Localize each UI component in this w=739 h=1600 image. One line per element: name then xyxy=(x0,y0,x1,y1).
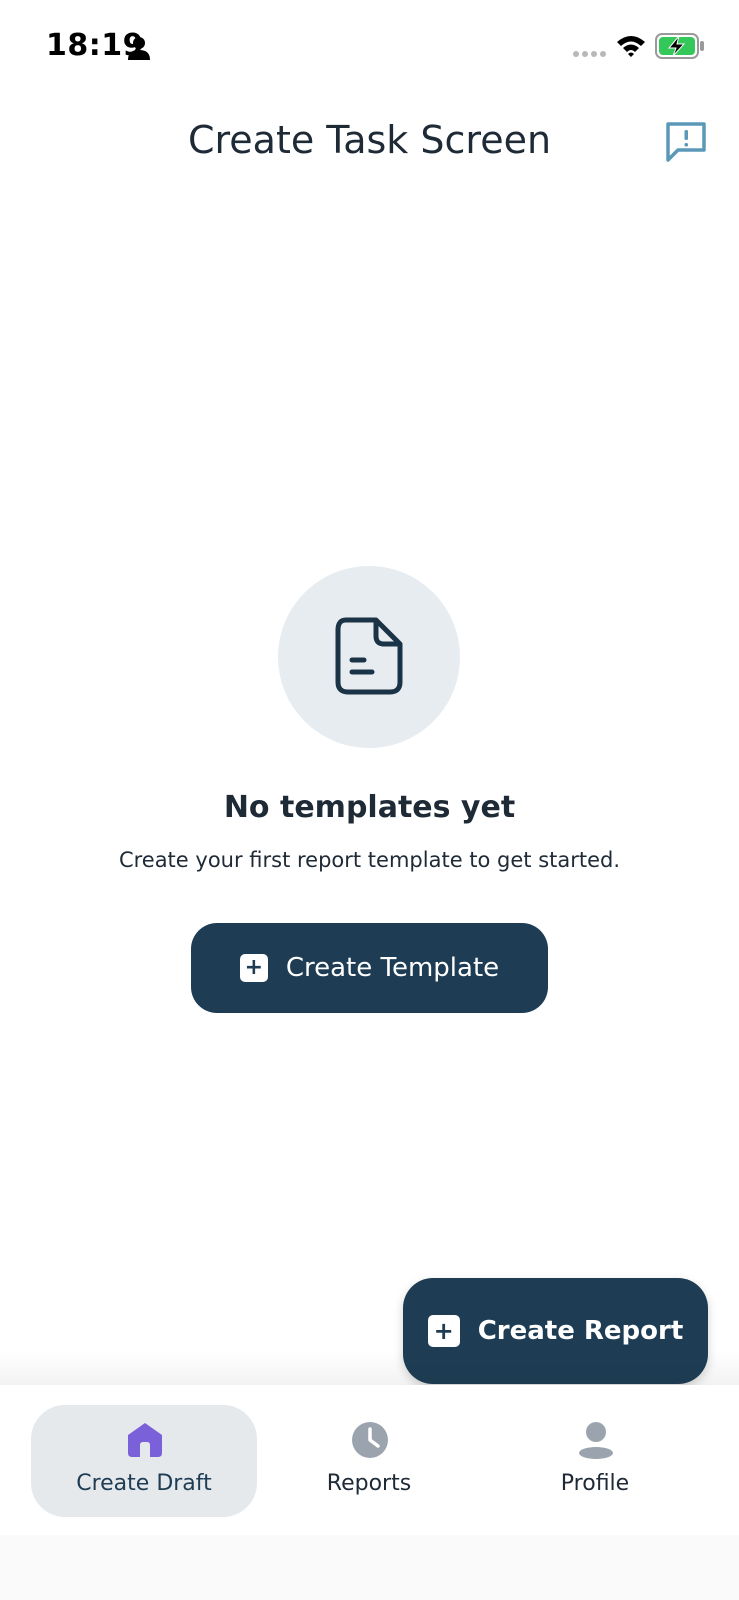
bottom-nav-shadow xyxy=(0,1350,739,1386)
signal-icon xyxy=(573,51,606,57)
page-title: Create Task Screen xyxy=(187,118,552,162)
wifi-icon xyxy=(617,36,645,57)
home-indicator-area xyxy=(0,1535,739,1600)
create-template-button[interactable]: + Create Template xyxy=(191,923,548,1013)
nav-item-create-draft[interactable]: Create Draft xyxy=(31,1405,257,1517)
plus-square-icon: + xyxy=(427,1315,460,1347)
profile-icon xyxy=(579,1422,613,1459)
person-icon xyxy=(128,37,150,60)
nav-label-reports: Reports xyxy=(326,1471,412,1496)
bottom-nav: Create Draft Reports Profile xyxy=(0,1385,739,1535)
nav-item-profile[interactable]: Profile xyxy=(482,1405,708,1517)
screen: 18:19 Create Task Screen No templates ye… xyxy=(0,0,739,1600)
status-bar: 18:19 xyxy=(0,0,739,95)
home-icon xyxy=(128,1423,162,1457)
create-report-label: Create Report xyxy=(477,1316,684,1346)
clock-icon xyxy=(352,1422,388,1458)
nav-label-create-draft: Create Draft xyxy=(76,1471,212,1496)
battery-charging-icon xyxy=(655,33,704,59)
empty-state-title: No templates yet xyxy=(223,790,516,825)
nav-label-profile: Profile xyxy=(560,1471,630,1496)
plus-square-icon: + xyxy=(239,954,268,982)
feedback-icon[interactable] xyxy=(664,120,708,164)
document-icon xyxy=(335,617,403,695)
create-template-label: Create Template xyxy=(285,953,500,983)
nav-item-reports[interactable]: Reports xyxy=(256,1405,482,1517)
empty-state-subtitle: Create your first report template to get… xyxy=(118,848,621,872)
